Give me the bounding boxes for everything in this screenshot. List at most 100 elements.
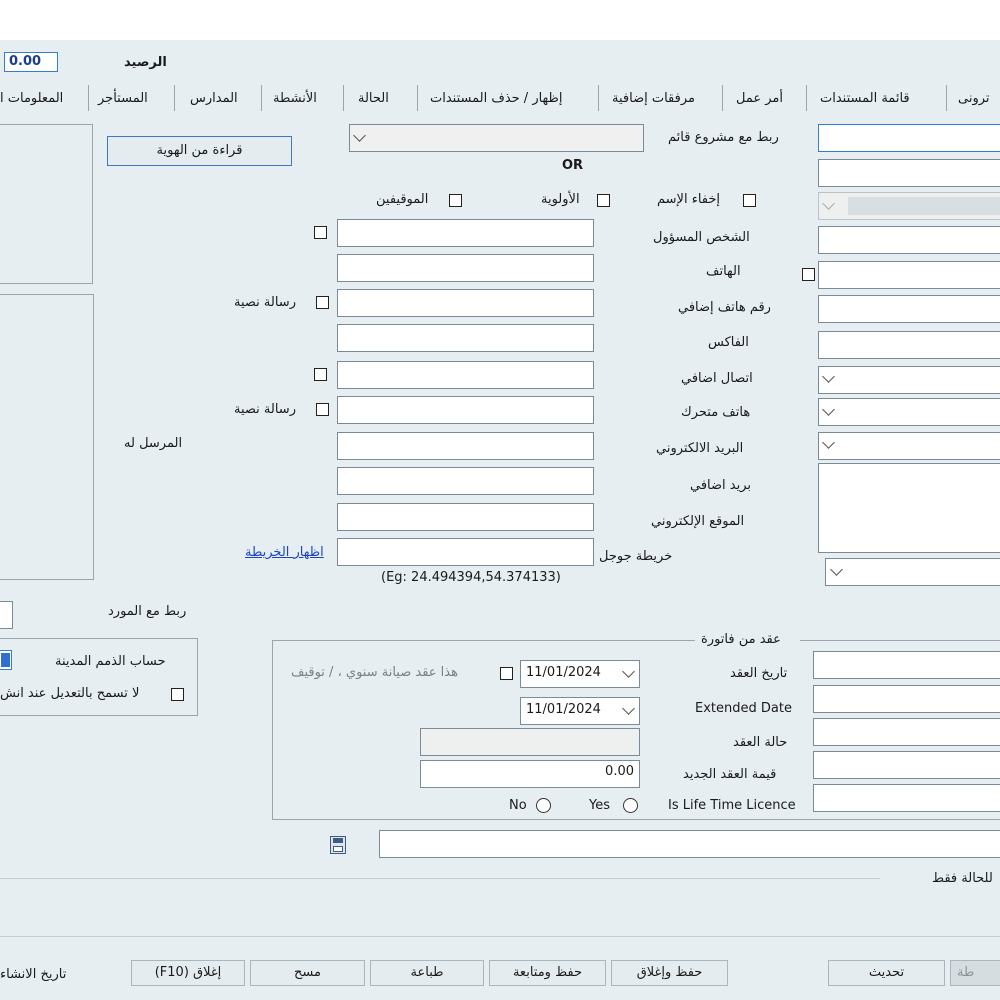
extra-email-label: بريد اضافي	[690, 478, 752, 493]
contract-date-field[interactable]: 11/01/2024	[520, 660, 640, 688]
annual-maintenance-checkbox[interactable]	[500, 667, 513, 680]
suspended-label: الموقيفين	[376, 192, 429, 207]
extra-phone-field[interactable]	[337, 289, 594, 317]
extra-contact-field[interactable]	[337, 361, 594, 389]
google-map-label: خريطة جوجل	[599, 549, 673, 564]
responsible-field-right[interactable]	[818, 226, 1000, 254]
tab-tenant[interactable]: المستأجر	[98, 91, 148, 106]
name-field-2[interactable]	[818, 159, 1000, 187]
extra-phone-label: رقم هاتف إضافي	[678, 300, 771, 315]
priority-label: الأولوية	[541, 192, 580, 207]
tab-extra-attachments[interactable]: مرفقات إضافية	[612, 91, 695, 106]
google-map-select[interactable]	[825, 558, 1000, 586]
contract-date-field-right[interactable]	[813, 651, 1000, 679]
fax-field-right[interactable]	[818, 331, 1000, 359]
refresh-button[interactable]: تحديث	[828, 960, 945, 986]
link-project-label: ربط مع مشروع قائم	[668, 130, 779, 145]
google-map-field[interactable]	[337, 538, 594, 566]
sms-label-2: رسالة نصية	[234, 402, 296, 417]
supplier-field[interactable]	[0, 601, 13, 629]
extended-date-label: Extended Date	[695, 701, 792, 716]
map-example-text: (Eg: 24.494394,54.374133)	[381, 570, 561, 585]
phone-field[interactable]	[337, 254, 594, 282]
read-from-id-button[interactable]: قراءة من الهوية	[107, 136, 292, 166]
new-value-field-right[interactable]	[813, 751, 1000, 779]
link-supplier-label: ربط مع المورد	[108, 604, 187, 619]
print-button[interactable]: طباعة	[370, 960, 484, 986]
extra-contact-checkbox[interactable]	[314, 368, 327, 381]
website-label: الموقع الإلكتروني	[651, 514, 745, 529]
new-value-field[interactable]: 0.00	[420, 760, 640, 788]
email-label: البريد الالكتروني	[656, 441, 744, 456]
or-text: OR	[562, 158, 584, 173]
suspended-checkbox[interactable]	[449, 194, 462, 207]
fax-field[interactable]	[337, 324, 594, 352]
save-continue-button[interactable]: حفظ ومتابعة	[489, 960, 606, 986]
tab-electronic[interactable]: ترونى	[958, 91, 990, 106]
extra-email-field[interactable]	[337, 467, 594, 495]
tab-status[interactable]: الحالة	[358, 91, 389, 106]
fax-label: الفاكس	[708, 335, 749, 350]
mobile-label: هاتف متحرك	[681, 405, 751, 420]
no-radio[interactable]	[536, 798, 551, 813]
phone-label: الهاتف	[706, 264, 741, 279]
annual-maintenance-label: هذا عقد صيانة سنوي ، / توقيف	[291, 665, 458, 680]
file-path-field[interactable]	[379, 830, 1000, 858]
mobile-select[interactable]	[818, 398, 1000, 426]
project-select[interactable]	[349, 124, 644, 152]
tab-schools[interactable]: المدارس	[190, 91, 238, 106]
extra-phone-field-right[interactable]	[818, 295, 1000, 323]
email-select[interactable]	[818, 432, 1000, 460]
contract-status-field	[420, 728, 640, 756]
state-only-label: للحالة فقط	[932, 871, 993, 886]
mobile-field[interactable]	[337, 396, 594, 424]
name-field[interactable]	[818, 124, 1000, 152]
hide-name-checkbox[interactable]	[743, 194, 756, 207]
notes-panel[interactable]	[0, 294, 94, 580]
no-edit-label: لا تسمح بالتعديل عند انش	[0, 686, 140, 701]
hide-name-label: إخفاء الإسم	[657, 192, 721, 207]
new-value-label: قيمة العقد الجديد	[683, 767, 777, 782]
extended-date-field[interactable]: 11/01/2024	[520, 697, 640, 725]
save-close-button[interactable]: حفظ وإغلاق	[611, 960, 728, 986]
tab-work-order[interactable]: أمر عمل	[736, 91, 783, 106]
sms-checkbox-2[interactable]	[316, 403, 329, 416]
sent-to-label: المرسل له	[124, 436, 183, 451]
close-f10-button[interactable]: إغلاق (F10)	[131, 960, 245, 986]
responsible-checkbox[interactable]	[314, 226, 327, 239]
contract-status-field-right[interactable]	[813, 718, 1000, 746]
clear-button[interactable]: مسح	[250, 960, 365, 986]
priority-checkbox[interactable]	[597, 194, 610, 207]
show-map-link[interactable]: اظهار الخريطة	[245, 545, 324, 560]
tab-general-info[interactable]: المعلومات ا	[0, 91, 63, 106]
email-field[interactable]	[337, 432, 594, 460]
contract-status-label: حالة العقد	[733, 735, 788, 750]
no-label: No	[509, 798, 527, 813]
phone-field-right[interactable]	[818, 261, 1000, 289]
website-field[interactable]	[337, 503, 594, 531]
yes-label: Yes	[589, 798, 610, 813]
sms-label-1: رسالة نصية	[234, 295, 296, 310]
contract-date-label: تاريخ العقد	[730, 666, 788, 681]
extra-contact-select[interactable]	[818, 366, 1000, 394]
sms-checkbox-1[interactable]	[316, 296, 329, 309]
extra-contact-label: اتصال اضافي	[681, 371, 753, 386]
responsible-field[interactable]	[337, 219, 594, 247]
partial-button[interactable]: طة	[950, 960, 1000, 986]
phone-checkbox[interactable]	[802, 268, 815, 281]
balance-label: الرصيد	[124, 55, 167, 70]
lifetime-licence-label: Is Life Time Licence	[668, 798, 796, 813]
tab-documents-list[interactable]: قائمة المستندات	[820, 91, 910, 106]
receivables-panel	[0, 638, 198, 716]
lifetime-field-right[interactable]	[813, 784, 1000, 812]
notes-field-right[interactable]	[818, 463, 1000, 553]
creation-date-label: تاريخ الانشاء	[0, 967, 67, 982]
tab-show-delete-documents[interactable]: إظهار / حذف المستندات	[430, 91, 563, 106]
save-file-icon[interactable]	[330, 836, 346, 854]
yes-radio[interactable]	[623, 798, 638, 813]
tab-activities[interactable]: الأنشطة	[273, 91, 317, 106]
contract-section-title: عقد من فاتورة	[701, 632, 781, 647]
extended-date-field-right[interactable]	[813, 685, 1000, 713]
photo-panel[interactable]	[0, 124, 93, 284]
no-edit-checkbox[interactable]	[171, 688, 184, 701]
